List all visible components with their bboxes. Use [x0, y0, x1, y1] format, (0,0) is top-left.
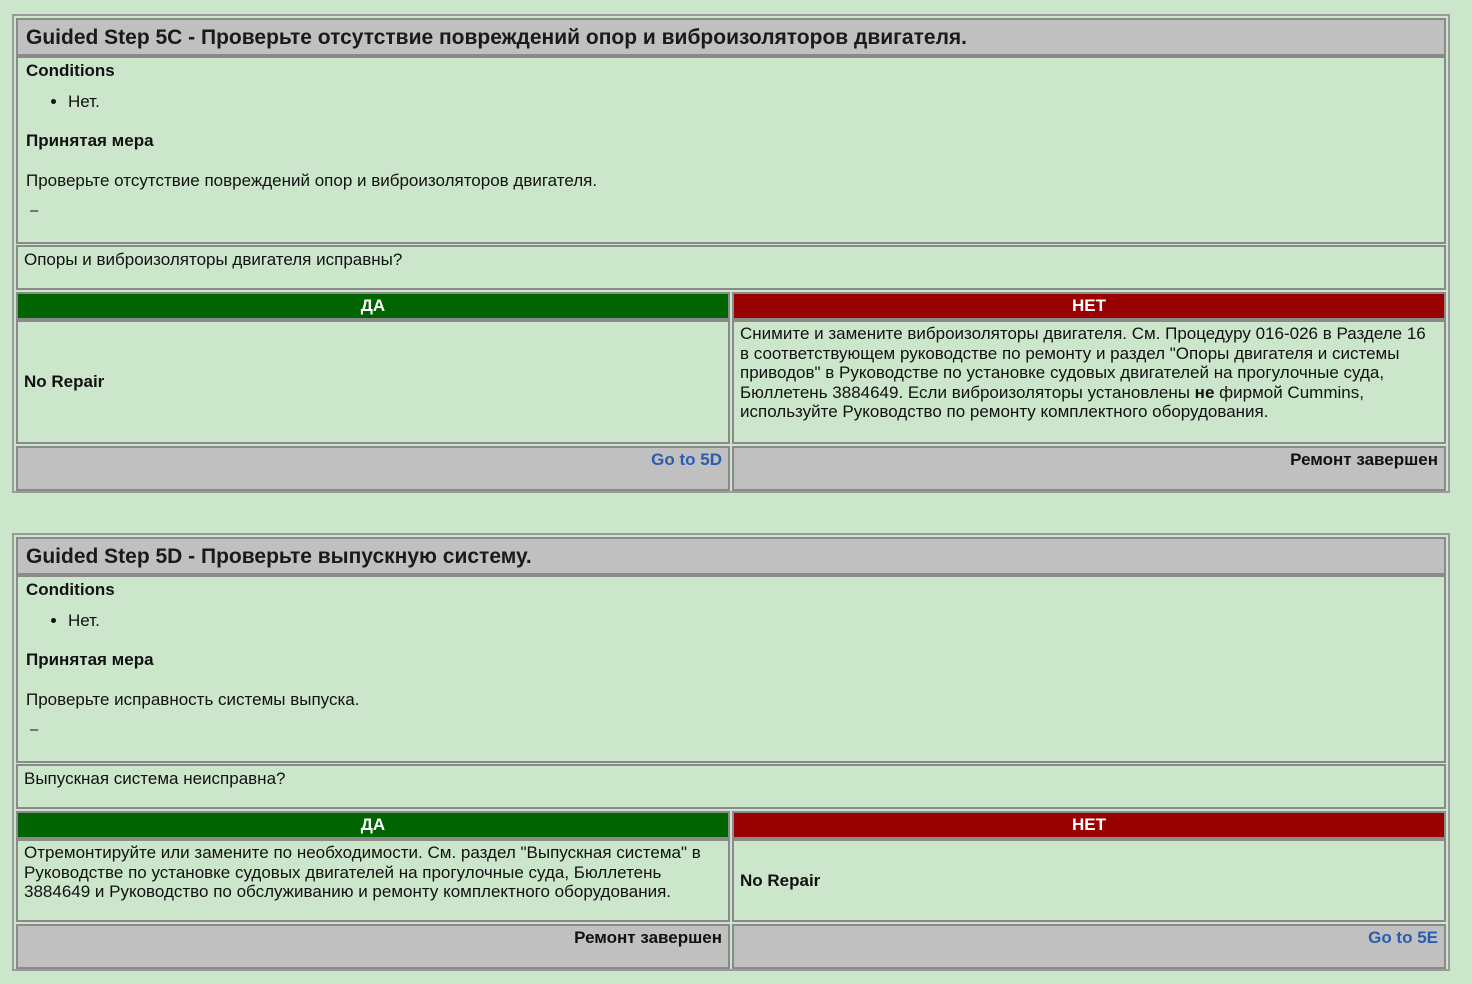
no-result: Снимите и замените виброизоляторы двигат…: [732, 320, 1446, 444]
conditions-list: Нет.: [26, 611, 1444, 639]
go-to-5d-link[interactable]: Go to 5D: [651, 450, 722, 469]
yes-result: Отремонтируйте или замените по необходим…: [16, 839, 730, 922]
conditions-label: Conditions: [26, 61, 115, 80]
conditions-panel: Conditions Нет. Принятая мера Проверьте …: [16, 56, 1446, 244]
conditions-list: Нет.: [26, 92, 1444, 120]
dash-separator: –: [30, 202, 39, 219]
dash-separator: –: [30, 721, 39, 738]
conditions-panel: Conditions Нет. Принятая мера Проверьте …: [16, 575, 1446, 763]
question: Опоры и виброизоляторы двигателя исправн…: [16, 245, 1446, 290]
step-title: Guided Step 5C - Проверьте отсутствие по…: [16, 18, 1446, 56]
yes-header: ДА: [16, 811, 730, 839]
no-result-text: No Repair: [740, 870, 821, 890]
no-result: No Repair: [732, 839, 1446, 922]
no-footer: Ремонт завершен: [732, 446, 1446, 491]
action-text: Проверьте исправность системы выпуска.: [26, 690, 360, 709]
yes-result-text: Отремонтируйте или замените по необходим…: [24, 843, 701, 901]
action-label: Принятая мера: [26, 131, 154, 150]
conditions-item: Нет.: [68, 92, 1444, 112]
action-text: Проверьте отсутствие повреждений опор и …: [26, 171, 598, 190]
yes-footer: Go to 5D: [16, 446, 730, 491]
conditions-label: Conditions: [26, 580, 115, 599]
no-header: НЕТ: [732, 811, 1446, 839]
action-label: Принятая мера: [26, 650, 154, 669]
repair-complete-label: Ремонт завершен: [1290, 450, 1438, 469]
yes-result: No Repair: [16, 320, 730, 444]
yes-footer: Ремонт завершен: [16, 924, 730, 969]
conditions-item: Нет.: [68, 611, 1444, 631]
yes-result-text: No Repair: [24, 372, 105, 392]
no-footer: Go to 5E: [732, 924, 1446, 969]
repair-complete-label: Ремонт завершен: [574, 928, 722, 947]
guided-step-5c: Guided Step 5C - Проверьте отсутствие по…: [12, 14, 1450, 493]
step-title: Guided Step 5D - Проверьте выпускную сис…: [16, 537, 1446, 575]
guided-step-5d: Guided Step 5D - Проверьте выпускную сис…: [12, 533, 1450, 971]
yes-header: ДА: [16, 292, 730, 320]
no-header: НЕТ: [732, 292, 1446, 320]
question: Выпускная система неисправна?: [16, 764, 1446, 809]
go-to-5e-link[interactable]: Go to 5E: [1368, 928, 1438, 947]
no-result-emphasis: не: [1194, 382, 1215, 402]
